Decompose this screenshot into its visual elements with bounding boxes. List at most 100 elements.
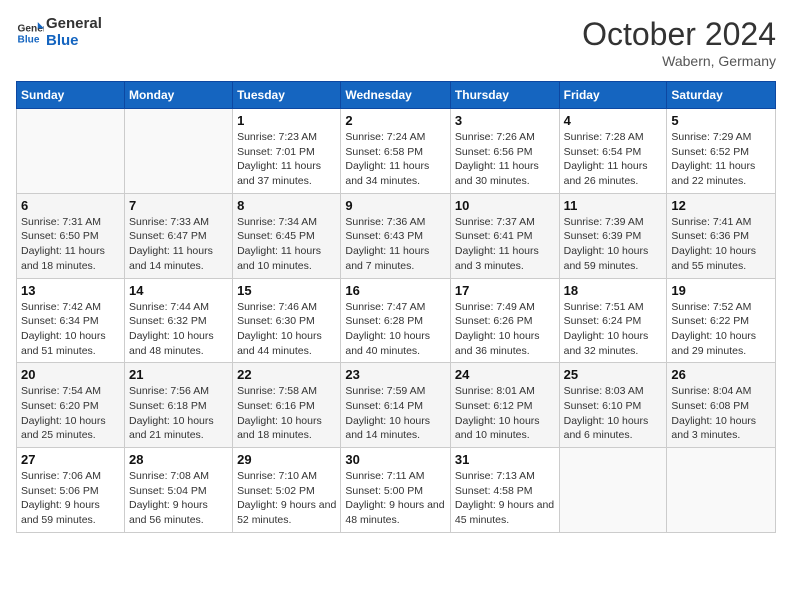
day-number: 27 [21,452,120,467]
logo-general: General [46,16,102,33]
day-number: 26 [671,367,771,382]
day-number: 31 [455,452,555,467]
calendar-cell: 22 Sunrise: 7:58 AM Sunset: 6:16 PM Dayli… [233,363,341,448]
day-info: Sunrise: 8:03 AM Sunset: 6:10 PM Dayligh… [564,384,663,443]
day-number: 20 [21,367,120,382]
calendar-cell: 15Sunrise: 7:46 AM Sunset: 6:30 PM Dayli… [233,278,341,363]
calendar-cell: 1 Sunrise: 7:23 AM Sunset: 7:01 PM Daylig… [233,109,341,194]
day-number: 16 [345,283,446,298]
calendar-cell: 6 Sunrise: 7:31 AM Sunset: 6:50 PM Daylig… [17,193,125,278]
calendar-cell [559,448,667,533]
day-number: 22 [237,367,336,382]
day-number: 13 [21,283,120,298]
day-number: 24 [455,367,555,382]
day-info: Sunrise: 7:11 AM Sunset: 5:00 PM Dayligh… [345,469,446,528]
day-info: Sunrise: 7:41 AM Sunset: 6:36 PM Dayligh… [671,215,771,274]
weekday-header-tuesday: Tuesday [233,82,341,109]
day-info: Sunrise: 7:06 AM Sunset: 5:06 PM Dayligh… [21,469,120,528]
day-info: Sunrise: 7:33 AM Sunset: 6:47 PM Dayligh… [129,215,228,274]
calendar-cell: 30Sunrise: 7:11 AM Sunset: 5:00 PM Dayli… [341,448,451,533]
calendar-cell: 4 Sunrise: 7:28 AM Sunset: 6:54 PM Daylig… [559,109,667,194]
calendar-cell: 14 Sunrise: 7:44 AM Sunset: 6:32 PM Dayli… [124,278,232,363]
day-info: Sunrise: 7:10 AM Sunset: 5:02 PM Dayligh… [237,469,336,528]
calendar-cell: 24 Sunrise: 8:01 AM Sunset: 6:12 PM Dayli… [450,363,559,448]
day-number: 1 [237,113,336,128]
calendar-cell: 9Sunrise: 7:36 AM Sunset: 6:43 PM Daylig… [341,193,451,278]
calendar-cell: 29 Sunrise: 7:10 AM Sunset: 5:02 PM Dayli… [233,448,341,533]
day-info: Sunrise: 7:08 AM Sunset: 5:04 PM Dayligh… [129,469,228,528]
calendar-cell: 26 Sunrise: 8:04 AM Sunset: 6:08 PM Dayli… [667,363,776,448]
day-number: 5 [671,113,771,128]
day-info: Sunrise: 7:34 AM Sunset: 6:45 PM Dayligh… [237,215,336,274]
weekday-header-friday: Friday [559,82,667,109]
day-number: 28 [129,452,228,467]
calendar-cell: 7 Sunrise: 7:33 AM Sunset: 6:47 PM Daylig… [124,193,232,278]
calendar-cell: 10Sunrise: 7:37 AM Sunset: 6:41 PM Dayli… [450,193,559,278]
calendar-cell: 23Sunrise: 7:59 AM Sunset: 6:14 PM Dayli… [341,363,451,448]
calendar-cell: 31 Sunrise: 7:13 AM Sunset: 4:58 PM Dayli… [450,448,559,533]
calendar-cell: 18Sunrise: 7:51 AM Sunset: 6:24 PM Dayli… [559,278,667,363]
calendar-cell: 21 Sunrise: 7:56 AM Sunset: 6:18 PM Dayli… [124,363,232,448]
day-info: Sunrise: 7:26 AM Sunset: 6:56 PM Dayligh… [455,130,555,189]
weekday-header-thursday: Thursday [450,82,559,109]
month-title: October 2024 [582,16,776,53]
day-info: Sunrise: 7:56 AM Sunset: 6:18 PM Dayligh… [129,384,228,443]
day-info: Sunrise: 7:59 AM Sunset: 6:14 PM Dayligh… [345,384,446,443]
day-info: Sunrise: 7:52 AM Sunset: 6:22 PM Dayligh… [671,300,771,359]
logo-blue: Blue [46,33,102,50]
title-block: October 2024 Wabern, Germany [582,16,776,69]
day-number: 4 [564,113,663,128]
calendar-cell [667,448,776,533]
calendar-cell: 19 Sunrise: 7:52 AM Sunset: 6:22 PM Dayli… [667,278,776,363]
page-header: General Blue General Blue October 2024 W… [16,16,776,69]
calendar-cell: 16 Sunrise: 7:47 AM Sunset: 6:28 PM Dayli… [341,278,451,363]
day-number: 29 [237,452,336,467]
day-info: Sunrise: 7:49 AM Sunset: 6:26 PM Dayligh… [455,300,555,359]
calendar-cell: 28 Sunrise: 7:08 AM Sunset: 5:04 PM Dayli… [124,448,232,533]
day-number: 17 [455,283,555,298]
day-number: 10 [455,198,555,213]
weekday-header-saturday: Saturday [667,82,776,109]
day-number: 15 [237,283,336,298]
calendar-cell: 27 Sunrise: 7:06 AM Sunset: 5:06 PM Dayli… [17,448,125,533]
day-number: 8 [237,198,336,213]
calendar-cell: 3Sunrise: 7:26 AM Sunset: 6:56 PM Daylig… [450,109,559,194]
day-number: 21 [129,367,228,382]
svg-text:Blue: Blue [18,34,40,45]
day-number: 6 [21,198,120,213]
day-info: Sunrise: 8:01 AM Sunset: 6:12 PM Dayligh… [455,384,555,443]
calendar-cell: 25Sunrise: 8:03 AM Sunset: 6:10 PM Dayli… [559,363,667,448]
calendar-cell: 17 Sunrise: 7:49 AM Sunset: 6:26 PM Dayli… [450,278,559,363]
day-number: 9 [345,198,446,213]
day-info: Sunrise: 7:28 AM Sunset: 6:54 PM Dayligh… [564,130,663,189]
location: Wabern, Germany [582,53,776,69]
day-info: Sunrise: 7:58 AM Sunset: 6:16 PM Dayligh… [237,384,336,443]
day-info: Sunrise: 7:13 AM Sunset: 4:58 PM Dayligh… [455,469,555,528]
day-number: 12 [671,198,771,213]
day-info: Sunrise: 7:44 AM Sunset: 6:32 PM Dayligh… [129,300,228,359]
logo-icon: General Blue [16,19,44,47]
calendar-cell: 11 Sunrise: 7:39 AM Sunset: 6:39 PM Dayli… [559,193,667,278]
day-info: Sunrise: 7:29 AM Sunset: 6:52 PM Dayligh… [671,130,771,189]
day-info: Sunrise: 7:47 AM Sunset: 6:28 PM Dayligh… [345,300,446,359]
calendar-cell: 5 Sunrise: 7:29 AM Sunset: 6:52 PM Daylig… [667,109,776,194]
day-info: Sunrise: 7:42 AM Sunset: 6:34 PM Dayligh… [21,300,120,359]
calendar-cell: 2 Sunrise: 7:24 AM Sunset: 6:58 PM Daylig… [341,109,451,194]
day-number: 7 [129,198,228,213]
day-info: Sunrise: 7:24 AM Sunset: 6:58 PM Dayligh… [345,130,446,189]
calendar-cell [17,109,125,194]
calendar-header: SundayMondayTuesdayWednesdayThursdayFrid… [17,82,776,109]
day-info: Sunrise: 7:23 AM Sunset: 7:01 PM Dayligh… [237,130,336,189]
day-info: Sunrise: 7:39 AM Sunset: 6:39 PM Dayligh… [564,215,663,274]
day-info: Sunrise: 8:04 AM Sunset: 6:08 PM Dayligh… [671,384,771,443]
logo: General Blue General Blue [16,16,102,49]
calendar-cell [124,109,232,194]
day-info: Sunrise: 7:54 AM Sunset: 6:20 PM Dayligh… [21,384,120,443]
day-number: 14 [129,283,228,298]
day-number: 2 [345,113,446,128]
calendar-cell: 8 Sunrise: 7:34 AM Sunset: 6:45 PM Daylig… [233,193,341,278]
day-info: Sunrise: 7:51 AM Sunset: 6:24 PM Dayligh… [564,300,663,359]
day-number: 19 [671,283,771,298]
day-info: Sunrise: 7:31 AM Sunset: 6:50 PM Dayligh… [21,215,120,274]
day-number: 11 [564,198,663,213]
